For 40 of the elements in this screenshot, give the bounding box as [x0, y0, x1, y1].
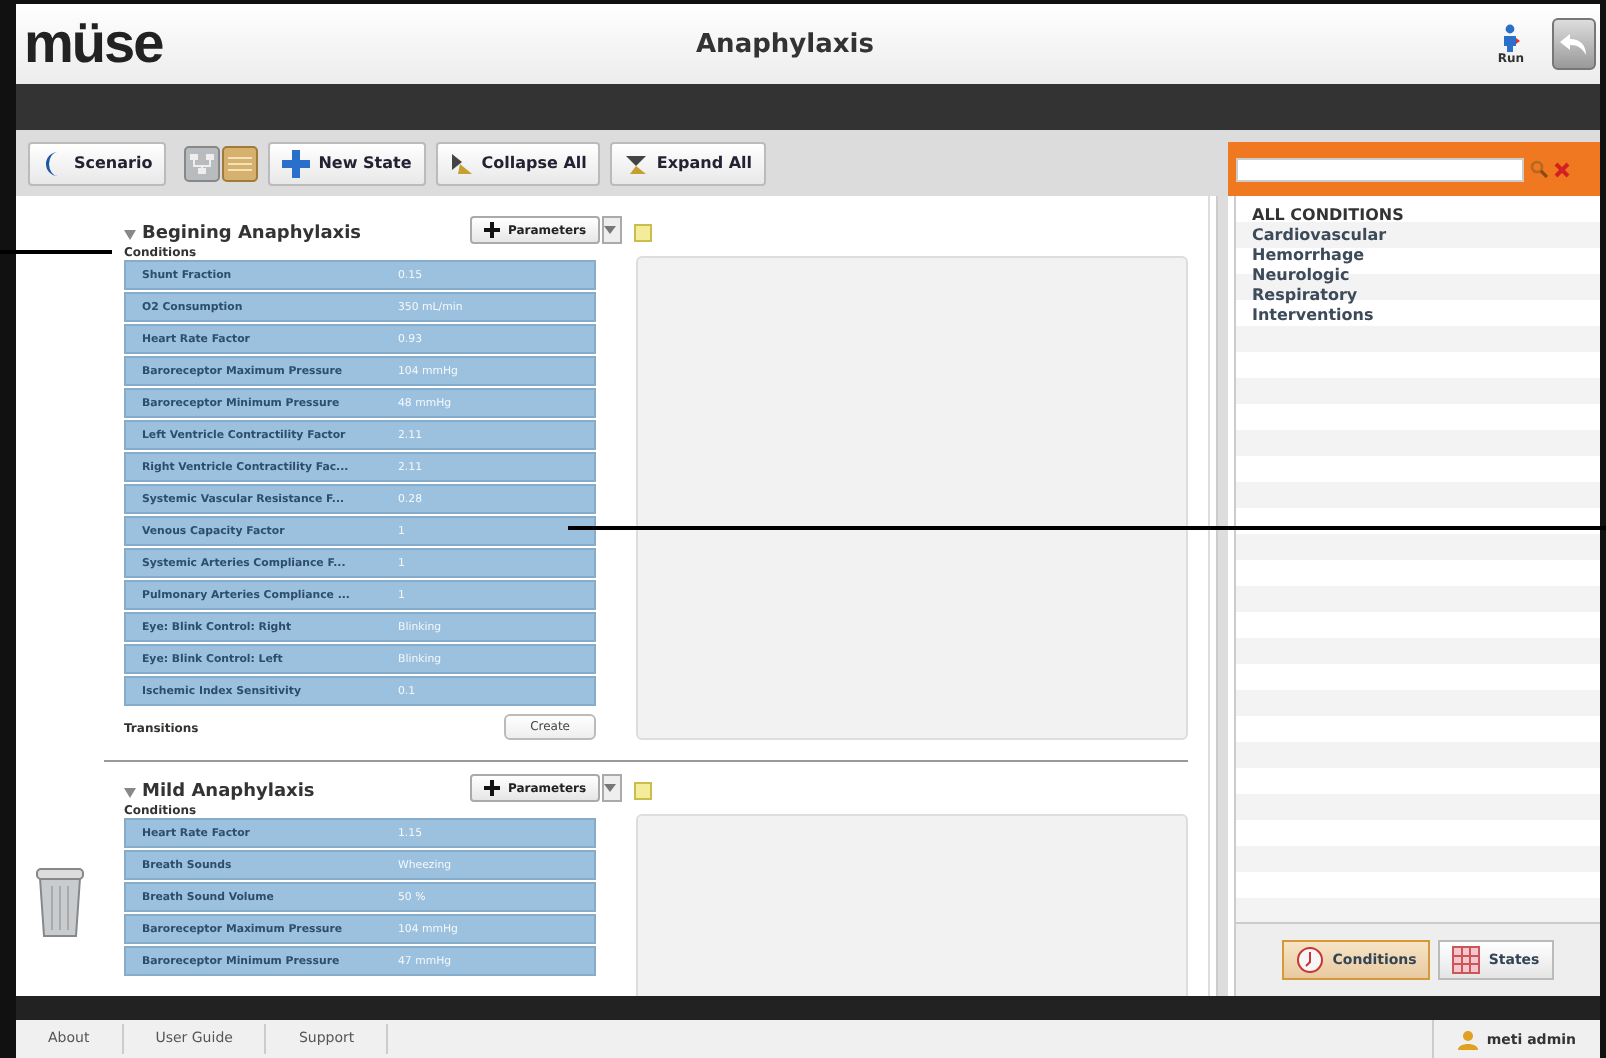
- expand-toggle-icon[interactable]: [124, 788, 136, 798]
- state-title: Mild Anaphylaxis: [142, 782, 317, 802]
- logo: müse: [24, 12, 165, 76]
- state-title: Begining Anaphylaxis: [142, 224, 364, 244]
- note-icon: [634, 224, 653, 242]
- list-view-button[interactable]: [222, 145, 259, 181]
- dropdown-button[interactable]: [602, 216, 623, 244]
- close-icon: [1554, 161, 1570, 177]
- category-item[interactable]: Hemorrhage: [1252, 246, 1584, 264]
- plus-icon: [484, 780, 500, 796]
- figure-icon: [1500, 23, 1521, 51]
- leader-line: [0, 250, 112, 254]
- undo-arrow-icon: [1560, 32, 1588, 56]
- expand-toggle-icon[interactable]: [124, 230, 136, 240]
- stopwatch-icon: [1296, 946, 1325, 974]
- search-field[interactable]: [1236, 157, 1524, 181]
- trash-can-icon: [36, 866, 84, 938]
- user-icon: [1458, 1029, 1479, 1049]
- plus-icon: [282, 149, 311, 177]
- toolbar-button[interactable]: Collapse All: [435, 141, 601, 185]
- search-icon: [1530, 160, 1548, 178]
- category-item[interactable]: Interventions: [1252, 306, 1584, 324]
- category-heading: ALL CONDITIONS: [1252, 206, 1406, 224]
- category-item[interactable]: Cardiovascular: [1252, 226, 1584, 244]
- window-title: Anaphylaxis: [696, 29, 876, 59]
- graph-view-button[interactable]: [184, 145, 221, 181]
- collapse-arrow-icon: [449, 151, 474, 175]
- toolbar-button[interactable]: New State: [268, 141, 426, 185]
- toolbar-button[interactable]: Expand All: [610, 141, 767, 185]
- plus-icon: [484, 222, 500, 238]
- expand-arrow-icon: [624, 151, 649, 175]
- dropdown-button[interactable]: [602, 774, 623, 802]
- category-item[interactable]: Respiratory: [1252, 286, 1584, 304]
- note-icon: [634, 782, 653, 800]
- back-button[interactable]: [1552, 18, 1596, 70]
- caret-icon: [604, 226, 617, 234]
- caret-icon: [604, 784, 617, 792]
- toolbar-button[interactable]: Scenario: [28, 141, 167, 185]
- grid-icon: [1452, 946, 1481, 974]
- category-item[interactable]: Neurologic: [1252, 266, 1584, 284]
